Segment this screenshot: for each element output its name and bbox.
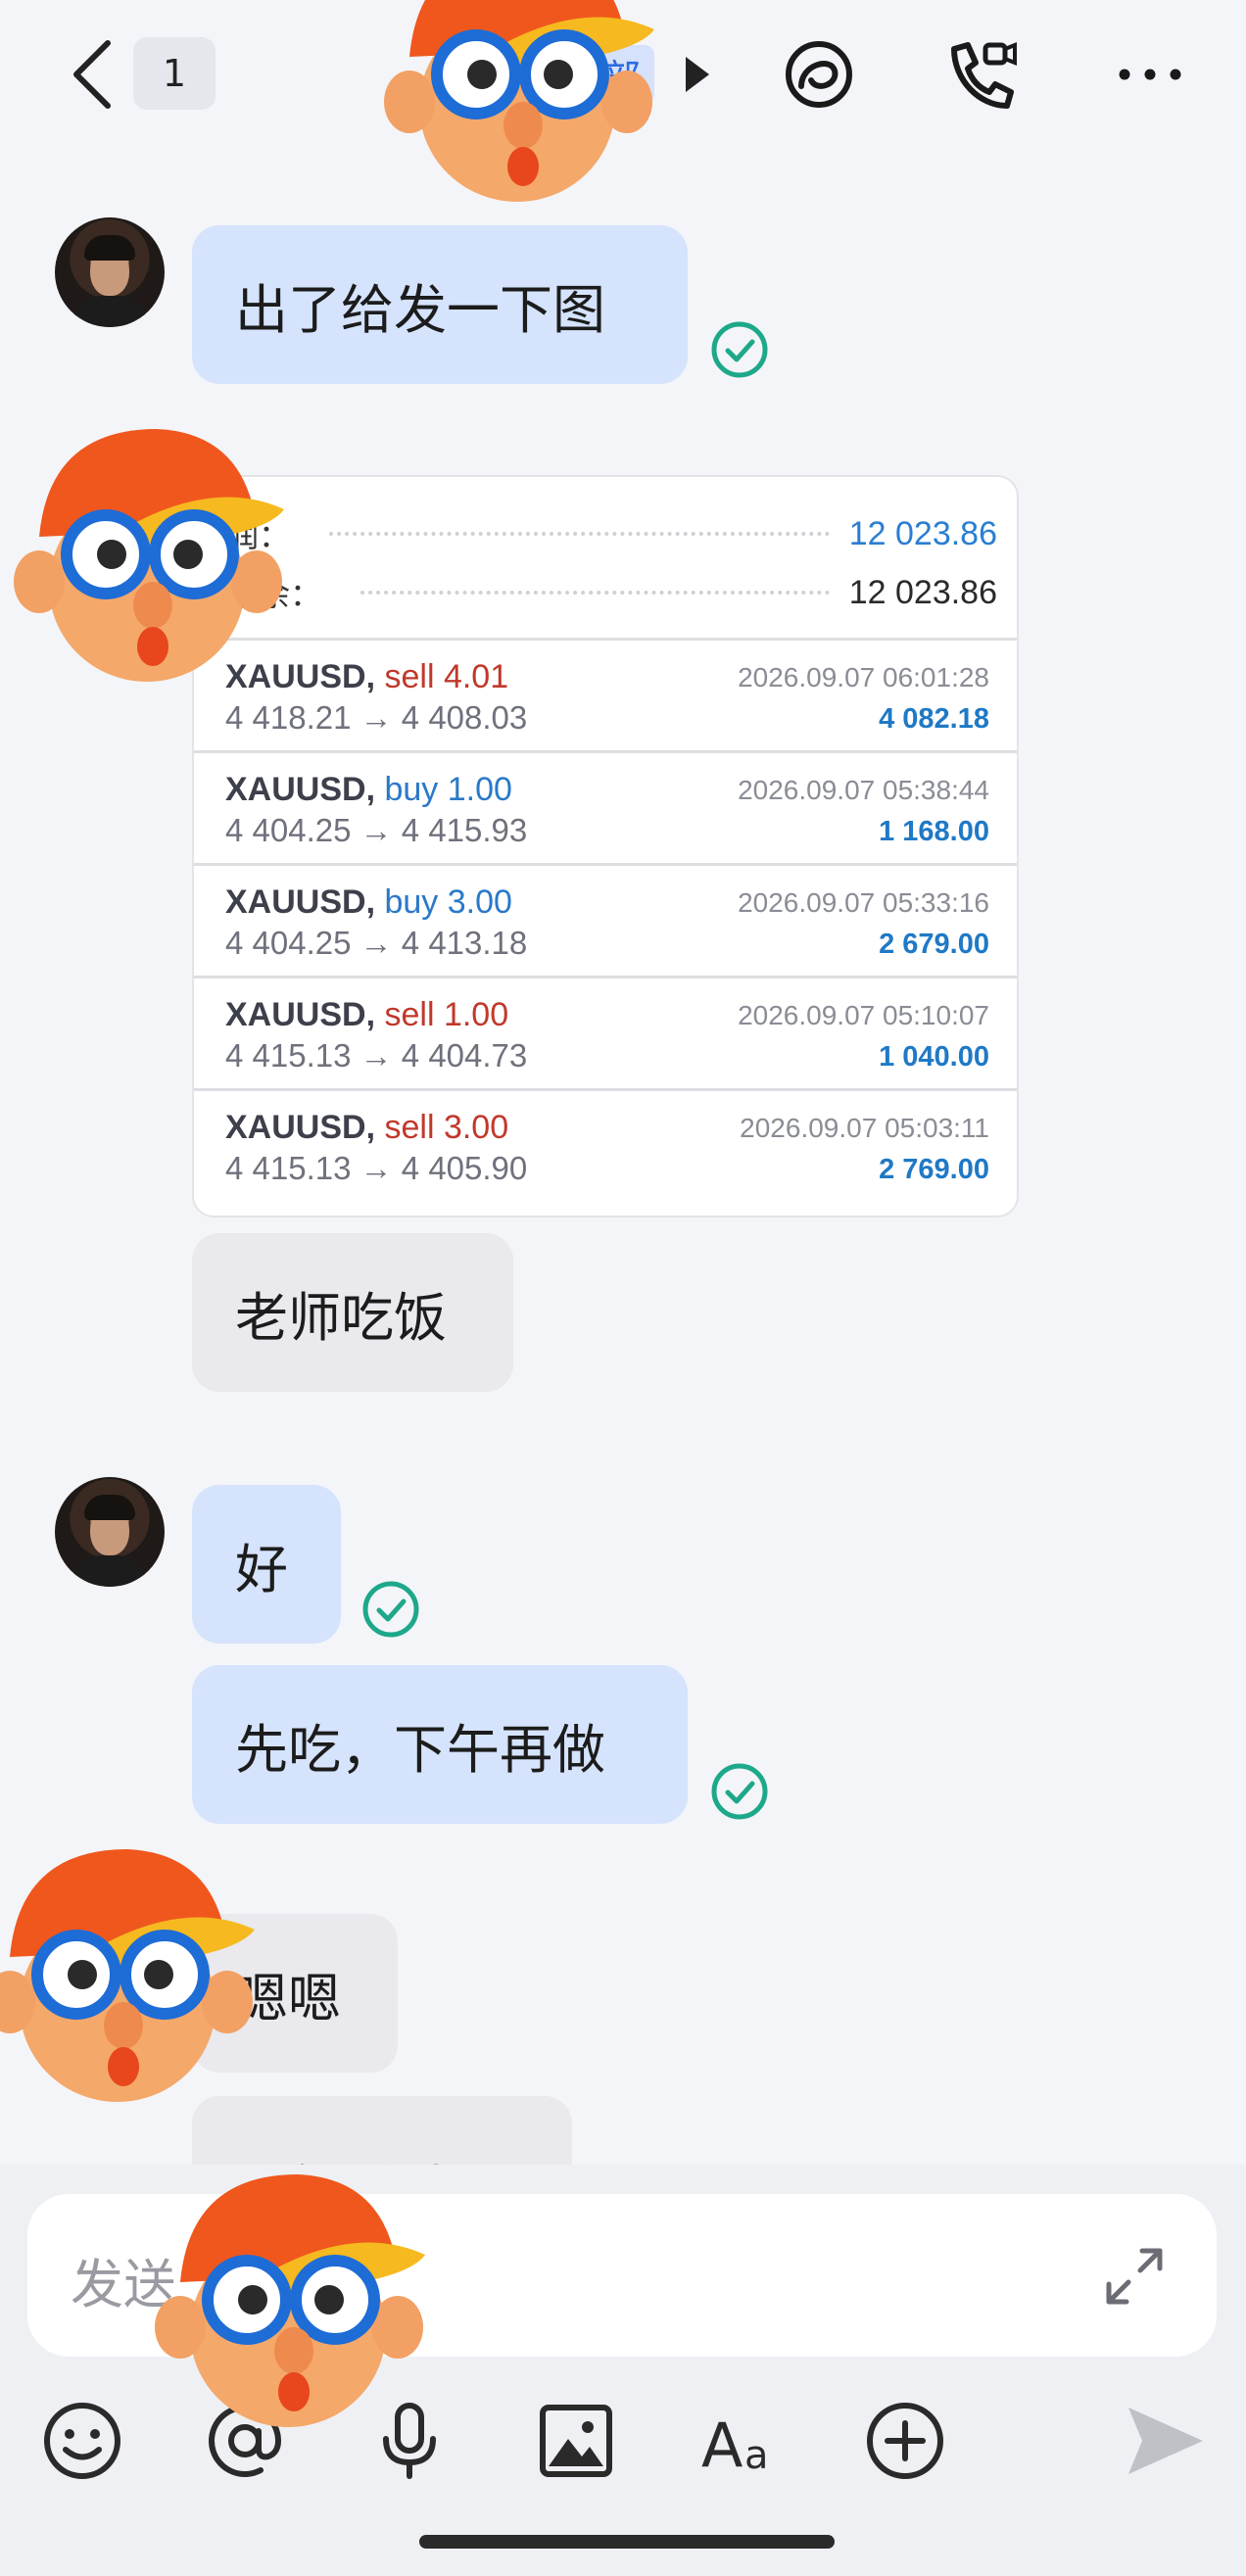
- play-triangle-icon[interactable]: [686, 57, 709, 92]
- trade-history-image[interactable]: 润： 12 023.86 结余： 12 023.86 XAUUSD, sell …: [192, 475, 1019, 1217]
- trade-profit: 1 040.00: [879, 1041, 989, 1073]
- more-dots-icon[interactable]: [1111, 35, 1189, 114]
- trade-prices: 4 415.13 → 4 405.90: [225, 1150, 528, 1186]
- summary-row: 润： 12 023.86: [227, 504, 997, 563]
- trade-side: sell 4.01: [384, 658, 509, 695]
- trade-time: 2026.09.07 06:01:28: [738, 662, 989, 692]
- chevron-left-icon[interactable]: [65, 35, 123, 114]
- cartoon-face-sticker-icon: [14, 429, 284, 682]
- trade-time: 2026.09.07 05:03:11: [740, 1113, 989, 1143]
- smile-icon[interactable]: [39, 2398, 125, 2484]
- trade-side: sell 1.00: [384, 996, 509, 1033]
- message-text: 好: [235, 1538, 288, 1600]
- cartoon-face-sticker-icon: [155, 2174, 425, 2427]
- trade-side: sell 3.00: [384, 1109, 509, 1146]
- trade-profit: 1 168.00: [879, 816, 989, 847]
- trade-row: XAUUSD, sell 3.00 4 415.13 → 4 405.90 20…: [194, 1088, 1017, 1203]
- message-bubble[interactable]: 好: [192, 1485, 341, 1644]
- message-bubble[interactable]: 出了给发一下图: [192, 225, 688, 384]
- svg-text:a: a: [744, 2433, 769, 2478]
- send-icon[interactable]: [1121, 2398, 1207, 2484]
- message-text: 先吃，下午再做: [235, 1718, 605, 1781]
- trade-prices: 4 415.13 → 4 404.73: [225, 1037, 528, 1073]
- summary-value: 12 023.86: [848, 573, 997, 611]
- message-text: 老师吃饭: [235, 1286, 447, 1349]
- trade-time: 2026.09.07 05:38:44: [738, 775, 989, 805]
- trade-symbol: XAUUSD,: [225, 883, 376, 921]
- trade-row: XAUUSD, buy 1.00 4 404.25 → 4 415.93 202…: [194, 750, 1017, 865]
- message-text: 出了给发一下图: [235, 278, 605, 341]
- trade-row: XAUUSD, sell 1.00 4 415.13 → 4 404.73 20…: [194, 976, 1017, 1090]
- avatar[interactable]: [55, 1477, 165, 1587]
- message-bubble[interactable]: 老师吃饭: [192, 1233, 513, 1392]
- trade-time: 2026.09.07 05:33:16: [738, 887, 989, 918]
- trade-row: XAUUSD, buy 3.00 4 404.25 → 4 413.18 202…: [194, 863, 1017, 978]
- check-circle-icon: [362, 1581, 419, 1638]
- check-circle-icon: [711, 321, 768, 378]
- trade-prices: 4 404.25 → 4 413.18: [225, 925, 528, 961]
- summary-value: 12 023.86: [848, 514, 997, 552]
- trade-side: buy 1.00: [384, 771, 512, 808]
- trade-symbol: XAUUSD,: [225, 996, 376, 1033]
- trade-profit: 4 082.18: [879, 703, 989, 735]
- image-icon[interactable]: [533, 2398, 619, 2484]
- message-bubble[interactable]: 先吃，下午再做: [192, 1665, 688, 1824]
- home-indicator: [419, 2535, 835, 2549]
- plus-circle-icon[interactable]: [862, 2398, 948, 2484]
- trade-row: XAUUSD, sell 4.01 4 418.21 → 4 408.03 20…: [194, 638, 1017, 752]
- cartoon-face-sticker-icon: [0, 1849, 255, 2102]
- circle-swirl-icon[interactable]: [780, 35, 858, 114]
- avatar[interactable]: [55, 217, 165, 327]
- font-icon[interactable]: A a: [697, 2398, 784, 2484]
- trade-side: buy 3.00: [384, 883, 512, 921]
- trade-profit: 2 679.00: [879, 929, 989, 960]
- trade-prices: 4 418.21 → 4 408.03: [225, 699, 528, 736]
- check-circle-icon: [711, 1763, 768, 1820]
- summary-row: 结余： 12 023.86: [227, 563, 997, 622]
- expand-arrows-icon[interactable]: [1099, 2241, 1170, 2312]
- trade-symbol: XAUUSD,: [225, 1109, 376, 1146]
- cartoon-face-sticker-icon: [384, 0, 654, 202]
- trade-profit: 2 769.00: [879, 1154, 989, 1185]
- unread-count-badge[interactable]: 1: [133, 37, 216, 110]
- trade-symbol: XAUUSD,: [225, 771, 376, 808]
- phone-video-icon[interactable]: [942, 35, 1021, 114]
- trade-time: 2026.09.07 05:10:07: [738, 1000, 989, 1030]
- trade-prices: 4 404.25 → 4 415.93: [225, 812, 528, 848]
- svg-text:A: A: [701, 2409, 743, 2481]
